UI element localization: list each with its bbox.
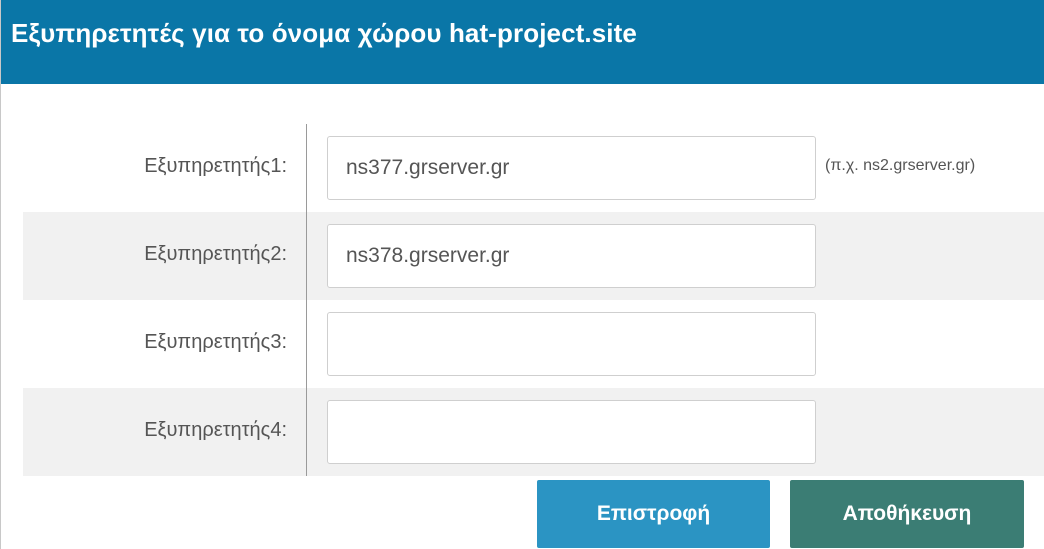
save-button[interactable]: Αποθήκευση <box>790 480 1024 548</box>
nameserver-row-2: Εξυπηρετητής2: <box>23 212 1044 300</box>
nameserver-row-3: Εξυπηρετητής3: <box>23 300 1044 388</box>
panel-header: Εξυπηρετητές για το όνομα χώρου hat-proj… <box>1 0 1044 84</box>
page-title: Εξυπηρετητές για το όνομα χώρου hat-proj… <box>11 18 637 48</box>
nameserver-4-label: Εξυπηρετητής4: <box>144 419 287 441</box>
back-button[interactable]: Επιστροφή <box>537 480 770 548</box>
nameservers-panel: Εξυπηρετητές για το όνομα χώρου hat-proj… <box>0 0 1044 549</box>
nameserver-1-label: Εξυπηρετητής1: <box>144 155 287 177</box>
nameserver-row-4: Εξυπηρετητής4: <box>23 388 1044 476</box>
nameserver-2-label: Εξυπηρετητής2: <box>144 243 287 265</box>
label-divider <box>306 124 307 476</box>
nameserver-3-label: Εξυπηρετητής3: <box>144 331 287 353</box>
nameserver-row-1: Εξυπηρετητής1: (π.χ. ns2.grserver.gr) <box>23 124 1044 212</box>
nameserver-example-hint: (π.χ. ns2.grserver.gr) <box>825 157 976 174</box>
nameserver-1-input[interactable] <box>327 136 816 200</box>
nameserver-3-input[interactable] <box>327 312 816 376</box>
nameserver-2-input[interactable] <box>327 224 816 288</box>
nameserver-4-input[interactable] <box>327 400 816 464</box>
